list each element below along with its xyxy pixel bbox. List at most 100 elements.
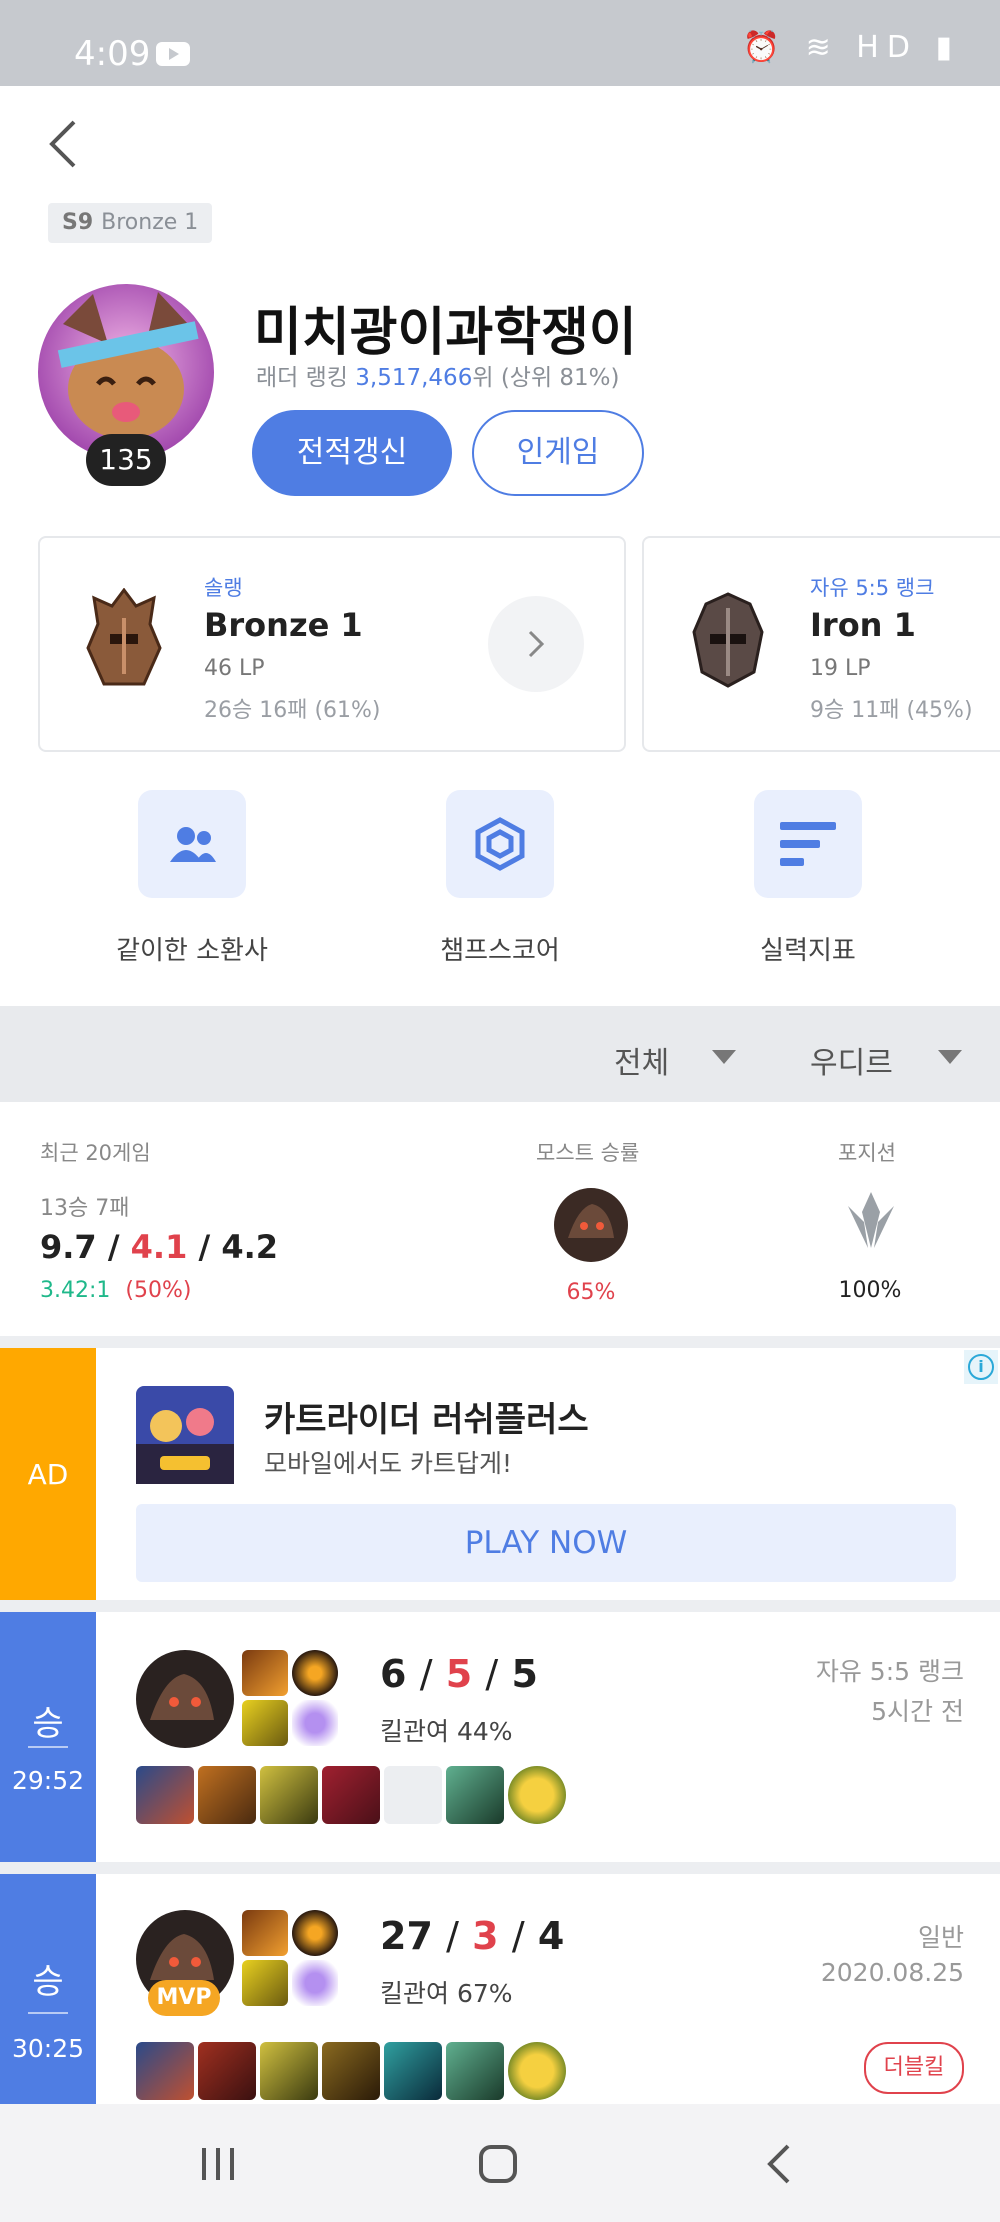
status-time: 4:09 [74, 34, 151, 74]
result-divider [28, 2012, 68, 2014]
mode-filter-dropdown[interactable]: 전체 [614, 1038, 669, 1082]
ingame-button[interactable]: 인게임 [472, 410, 644, 496]
rank-detail-button[interactable] [488, 596, 584, 692]
match-row[interactable]: 6 / 5 / 5 킬관여 44% 자유 5:5 랭크 5시간 전 [96, 1612, 1000, 1862]
ad-label: AD [27, 1458, 69, 1491]
bars-icon [780, 822, 836, 866]
rank-card-solo[interactable]: 솔랭 Bronze 1 46 LP 26승 16패 (61%) [38, 536, 626, 752]
season-label: S9 [62, 210, 94, 235]
item-icon [322, 1766, 380, 1824]
match-duration: 30:25 [11, 2034, 85, 2063]
double-kill-tag: 더블킬 [864, 2042, 964, 2094]
kill-participation: 킬관여 67% [380, 1979, 513, 2008]
avg-deaths: 4.1 [130, 1228, 188, 1266]
kda-slash: / [107, 1228, 120, 1266]
recent-record: 13승 7패 [40, 1196, 130, 1221]
ward-icon [508, 1766, 566, 1824]
item-icon [446, 2042, 504, 2100]
average-kda: 9.7 / 4.1 / 4.2 [40, 1228, 278, 1266]
season-tier: Bronze 1 [101, 210, 199, 235]
match-queue: 자유 5:5 랭크 [815, 1657, 964, 1686]
champ-score-button[interactable] [446, 790, 554, 898]
sub-rune-icon [292, 1960, 338, 2006]
refresh-record-button[interactable]: 전적갱신 [252, 410, 452, 496]
ad-subtitle: 모바일에서도 카트답게! [264, 1449, 512, 1478]
match-row[interactable]: MVP 27 / 3 / 4 킬관여 67% 일반 2020.08.25 더블킬 [96, 1874, 1000, 2104]
ad-banner[interactable]: 카트라이더 러쉬플러스 모바일에서도 카트답게! PLAY NOW i [96, 1348, 1000, 1600]
summoner-name: 미치광이과학쟁이 [254, 303, 637, 363]
section-divider [0, 1336, 1000, 1348]
rune-icon [292, 1650, 338, 1696]
jungle-position-icon [848, 1192, 894, 1248]
kda-slash: / [419, 1652, 433, 1696]
match-kills: 6 [380, 1652, 407, 1696]
rank-lp: 19 LP [810, 656, 871, 681]
match-time: 5시간 전 [871, 1697, 964, 1726]
ward-icon [508, 2042, 566, 2100]
match-kda: 27 / 3 / 4 [380, 1914, 564, 1958]
kda-slash: / [511, 1914, 525, 1958]
flash-spell-icon [242, 1910, 288, 1956]
kill-participation: 킬관여 44% [380, 1717, 513, 1746]
item-icon [384, 2042, 442, 2100]
item-icon [198, 1766, 256, 1824]
iron-emblem-icon [692, 592, 764, 688]
ad-play-now-button[interactable]: PLAY NOW [136, 1504, 956, 1582]
ad-title: 카트라이더 러쉬플러스 [264, 1400, 589, 1440]
most-winrate: 65% [566, 1280, 616, 1305]
rank-card-flex[interactable]: 자유 5:5 랭크 Iron 1 19 LP 9승 11패 (45%) [642, 536, 1000, 752]
rank-record: 26승 16패 (61%) [204, 698, 381, 723]
back-arrow-icon[interactable] [46, 118, 82, 170]
youtube-icon [156, 42, 190, 66]
ladder-suffix: 위 [472, 365, 494, 391]
champion-portrait-icon [554, 1188, 628, 1262]
season-badge: S9 Bronze 1 [48, 203, 213, 243]
together-summoner-button[interactable] [138, 790, 246, 898]
item-icon [260, 2042, 318, 2100]
ad-info-button[interactable]: i [964, 1350, 998, 1384]
avg-kills: 9.7 [40, 1228, 97, 1266]
mvp-badge: MVP [148, 1980, 220, 2016]
match-assists: 4 [537, 1914, 565, 1958]
home-icon[interactable] [478, 2144, 518, 2184]
rank-tier: Iron 1 [810, 606, 916, 644]
kda-ratio-line: 3.42:1 (50%) [40, 1278, 191, 1303]
match-time: 2020.08.25 [820, 1958, 964, 1987]
kda-slash: / [485, 1652, 499, 1696]
rank-queue-label: 자유 5:5 랭크 [810, 576, 935, 600]
status-bar: 4:09 ⏰ ≋ HD ▮ [0, 0, 1000, 86]
match-deaths: 3 [472, 1914, 499, 1958]
match-queue: 일반 [917, 1923, 964, 1952]
nav-bar [0, 2104, 1000, 2222]
section-divider [0, 1862, 1000, 1874]
ladder-ranking: 래더 랭킹 3,517,466위 (상위 81%) [256, 358, 620, 392]
skill-index-button[interactable] [754, 790, 862, 898]
avg-assists: 4.2 [221, 1228, 278, 1266]
match-deaths: 5 [445, 1652, 473, 1696]
ghost-spell-icon [242, 1700, 288, 1746]
champion-filter-dropdown[interactable]: 우디르 [810, 1038, 893, 1082]
most-winrate-label: 모스트 승률 [536, 1141, 640, 1165]
match-result: 승 [32, 1704, 64, 1744]
kda-percent: (50%) [125, 1278, 192, 1303]
result-divider [28, 1746, 68, 1748]
recent-games-label: 최근 20게임 [40, 1141, 151, 1165]
champion-icon [136, 1650, 234, 1748]
shortcut-label: 챔프스코어 [440, 936, 560, 966]
status-icons: ⏰ ≋ HD ▮ [742, 30, 960, 65]
shortcut-label: 실력지표 [760, 936, 856, 966]
item-icon [260, 1766, 318, 1824]
kda-slash: / [446, 1914, 459, 1958]
ladder-rank: 3,517,466 [355, 365, 473, 391]
people-icon [170, 827, 216, 862]
match-result-tag: 승 30:25 [0, 1874, 96, 2104]
nav-back-icon[interactable] [766, 2144, 792, 2184]
dropdown-arrow-icon [938, 1050, 962, 1064]
sub-rune-icon [292, 1700, 338, 1746]
item-icon [136, 1766, 194, 1824]
empty-item-slot [384, 1766, 442, 1824]
rank-queue-label: 솔랭 [204, 576, 243, 600]
ghost-spell-icon [242, 1960, 288, 2006]
recent-apps-icon[interactable] [198, 2146, 238, 2182]
kda-ratio: 3.42:1 [40, 1278, 111, 1303]
